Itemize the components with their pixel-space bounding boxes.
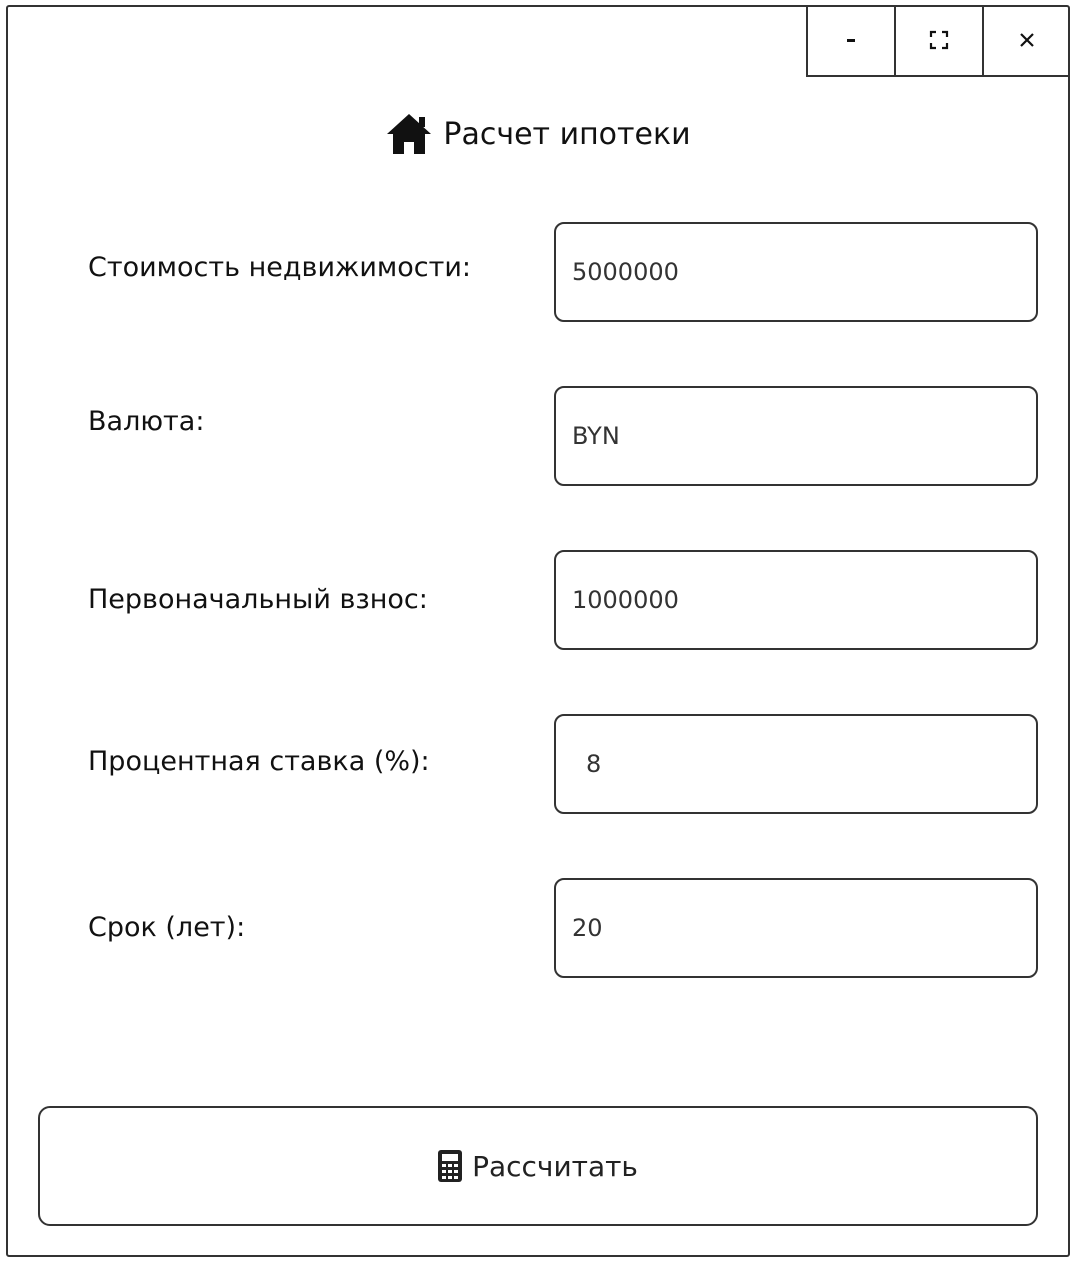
page-title: Расчет ипотеки [0, 104, 1076, 164]
page-title-text: Расчет ипотеки [443, 116, 691, 152]
field-row-down-payment: Первоначальный взнос: 1000000 [0, 550, 1076, 650]
window-controls [806, 5, 1070, 77]
close-icon [1020, 33, 1034, 47]
field-row-property-price: Стоимость недвижимости: 5000000 [0, 222, 1076, 322]
home-icon [385, 112, 433, 156]
interest-rate-input[interactable]: 8 [554, 714, 1038, 814]
down-payment-input[interactable]: 1000000 [554, 550, 1038, 650]
minimize-icon [847, 39, 855, 42]
term-input[interactable]: 20 [554, 878, 1038, 978]
property-price-label: Стоимость недвижимости: [88, 252, 471, 283]
close-button[interactable] [982, 5, 1070, 75]
interest-rate-label: Процентная ставка (%): [88, 746, 430, 777]
calculate-button-label: Рассчитать [472, 1149, 638, 1183]
term-label: Срок (лет): [88, 912, 246, 943]
calculate-button[interactable]: Рассчитать [38, 1106, 1038, 1226]
field-row-interest-rate: Процентная ставка (%): 8 [0, 714, 1076, 814]
currency-label: Валюта: [88, 406, 205, 437]
maximize-button[interactable] [894, 5, 982, 75]
currency-input[interactable]: BYN [554, 386, 1038, 486]
down-payment-label: Первоначальный взнос: [88, 584, 428, 615]
calculator-icon [438, 1150, 463, 1182]
field-row-currency: Валюта: BYN [0, 386, 1076, 486]
property-price-input[interactable]: 5000000 [554, 222, 1038, 322]
minimize-button[interactable] [808, 5, 894, 75]
maximize-icon [929, 30, 949, 50]
field-row-term: Срок (лет): 20 [0, 878, 1076, 978]
